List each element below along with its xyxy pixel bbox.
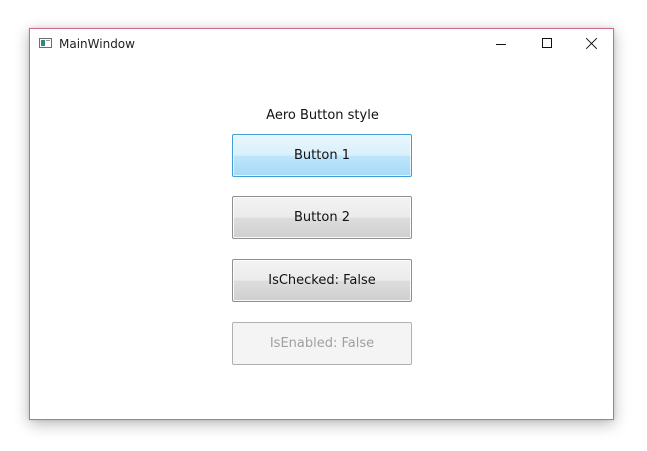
minimize-icon [496, 44, 506, 45]
title-bar[interactable]: MainWindow [30, 29, 613, 59]
close-icon [586, 37, 598, 49]
desktop-background: MainWindow Aero Button style Button 1 Bu… [0, 0, 647, 451]
disabled-button: IsEnabled: False [232, 322, 412, 365]
close-button[interactable] [569, 29, 615, 59]
app-icon-bar [46, 40, 50, 41]
app-icon-pane [41, 40, 45, 46]
minimize-button[interactable] [478, 29, 524, 59]
window-title: MainWindow [59, 37, 135, 51]
main-window: MainWindow Aero Button style Button 1 Bu… [29, 28, 614, 420]
style-heading: Aero Button style [266, 108, 379, 123]
app-window-icon[interactable] [39, 38, 52, 48]
ischecked-toggle-button[interactable]: IsChecked: False [232, 259, 412, 302]
button-1[interactable]: Button 1 [232, 134, 412, 177]
maximize-button[interactable] [524, 29, 570, 59]
maximize-icon [542, 38, 552, 48]
button-2[interactable]: Button 2 [232, 196, 412, 239]
